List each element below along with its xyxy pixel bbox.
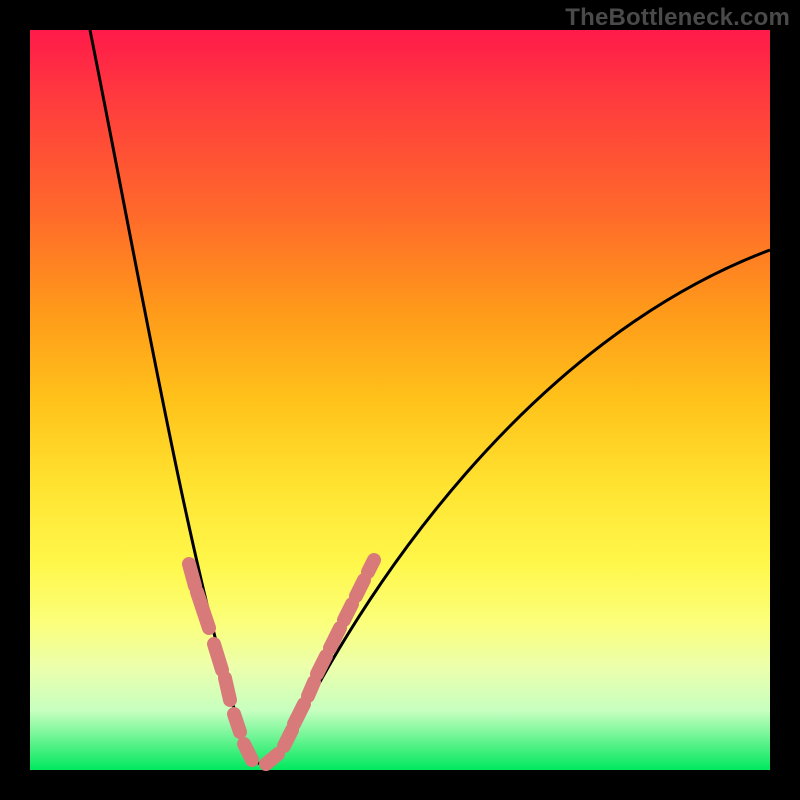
left-marker [214,644,222,670]
chart-frame: TheBottleneck.com [0,0,800,800]
left-marker [197,592,209,628]
right-marker [294,704,304,724]
left-marker [244,744,252,760]
right-markers-group [266,560,374,764]
curve-svg [30,30,770,770]
right-marker [368,560,374,572]
right-marker [344,604,352,620]
right-marker [330,628,340,648]
left-marker [225,678,230,700]
plot-area [30,30,770,770]
right-marker [266,754,278,764]
bottleneck-curve [90,30,770,764]
left-markers-group [189,564,252,760]
right-marker [356,580,364,596]
left-marker [189,564,195,586]
watermark-text: TheBottleneck.com [565,4,790,32]
right-marker [308,682,314,696]
left-marker [234,714,240,732]
right-marker [284,730,292,746]
right-marker [317,656,326,674]
